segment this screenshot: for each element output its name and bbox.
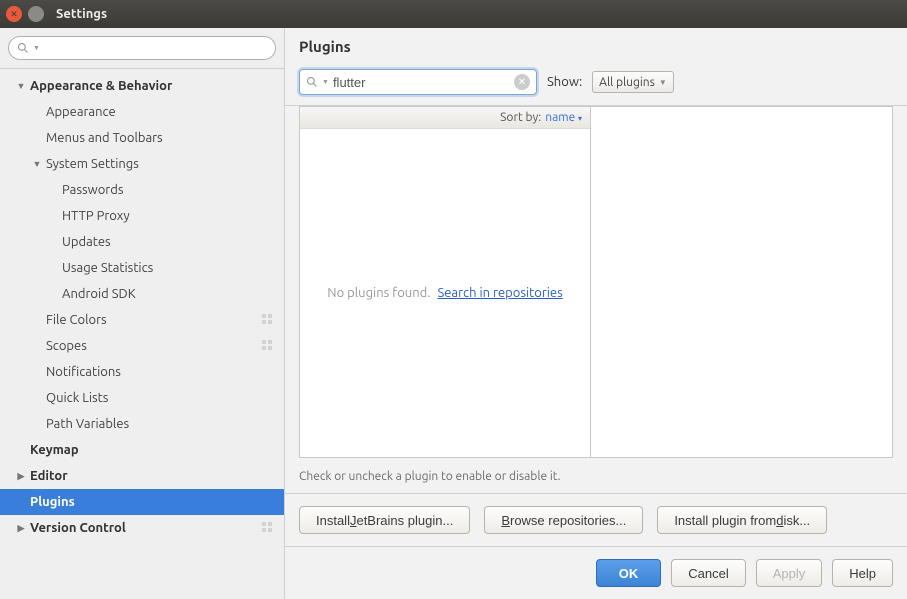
settings-tree[interactable]: ▼Appearance & Behavior Appearance Menus an… (0, 69, 284, 599)
tree-item-label: Menus and Toolbars (0, 131, 284, 145)
tree-item-plugins[interactable]: Plugins (0, 489, 284, 515)
sidebar-search-wrap: ▼ (0, 28, 284, 69)
search-dropdown-caret[interactable]: ▼ (322, 78, 329, 86)
project-level-icon (260, 312, 274, 326)
show-combo-value: All plugins (599, 76, 655, 89)
tree-item-appearance[interactable]: Appearance (0, 99, 284, 125)
tree-item-label: Quick Lists (0, 391, 284, 405)
chevron-down-icon: ▼ (659, 78, 667, 87)
tree-item-label: System Settings (0, 157, 284, 171)
plugin-search-box[interactable]: ▼ ✕ (299, 69, 537, 95)
tree-item-label: Appearance (0, 105, 284, 119)
tree-item-label: Notifications (0, 365, 284, 379)
tree-item-label: File Colors (0, 313, 284, 327)
project-level-icon (260, 338, 274, 352)
tree-item-label: Plugins (0, 495, 284, 509)
tree-item-android-sdk[interactable]: Android SDK (0, 281, 284, 307)
sort-bar: Sort by: name ▾ (300, 107, 590, 129)
install-jetbrains-button[interactable]: Install JetBrains plugin... (299, 506, 470, 534)
sort-by-link[interactable]: name ▾ (545, 111, 582, 124)
sidebar-search-box[interactable]: ▼ (8, 36, 276, 60)
content: ▼ ▼Appearance & BehaviorAppearanceMenus … (0, 28, 907, 599)
dialog-footer: OK Cancel Apply Help (285, 547, 907, 599)
tree-item-label: Keymap (0, 443, 284, 457)
no-plugins-text: No plugins found. (327, 286, 430, 300)
window-close-button[interactable]: ✕ (6, 6, 22, 22)
show-label: Show: (547, 75, 582, 89)
search-dropdown-caret[interactable]: ▼ (33, 44, 40, 52)
tree-item-version-control[interactable]: ▶Version Control (0, 515, 284, 541)
plugin-search-input[interactable] (333, 75, 510, 90)
sidebar: ▼ ▼Appearance & Behavior Appearance Menus … (0, 28, 285, 599)
browse-repositories-button[interactable]: Browse repositories... (484, 506, 643, 534)
tree-item-label: Version Control (0, 521, 284, 535)
tree-item-label: Scopes (0, 339, 284, 353)
tree-item-system-settings[interactable]: ▼System Settings (0, 151, 284, 177)
titlebar: ✕ Settings (0, 0, 907, 28)
tree-item-label: Passwords (0, 183, 284, 197)
tree-item-notifications[interactable]: Notifications (0, 359, 284, 385)
sort-label: Sort by: (500, 111, 541, 124)
search-icon (17, 42, 29, 54)
hint-text: Check or uncheck a plugin to enable or d… (285, 466, 907, 494)
tree-item-passwords[interactable]: Passwords (0, 177, 284, 203)
tree-item-label: Path Variables (0, 417, 284, 431)
cancel-button[interactable]: Cancel (671, 559, 745, 587)
tree-item-usage-statistics[interactable]: Usage Statistics (0, 255, 284, 281)
plugin-detail-pane (591, 106, 893, 458)
page-title: Plugins (285, 28, 907, 61)
search-icon (306, 76, 318, 88)
tree-item-keymap[interactable]: Keymap (0, 437, 284, 463)
tree-item-editor[interactable]: ▶Editor (0, 463, 284, 489)
empty-message: No plugins found. Search in repositories (300, 129, 590, 457)
tree-item-label: Appearance & Behavior (0, 79, 284, 93)
clear-search-button[interactable]: ✕ (514, 74, 530, 90)
apply-button[interactable]: Apply (756, 559, 823, 587)
tree-item-http-proxy[interactable]: HTTP Proxy (0, 203, 284, 229)
tree-item-scopes[interactable]: Scopes (0, 333, 284, 359)
tree-item-menus-and-toolbars[interactable]: Menus and Toolbars (0, 125, 284, 151)
sidebar-search-input[interactable] (44, 41, 267, 55)
install-from-disk-button[interactable]: Install plugin from disk... (657, 506, 827, 534)
tree-item-label: HTTP Proxy (0, 209, 284, 223)
tree-item-quick-lists[interactable]: Quick Lists (0, 385, 284, 411)
tree-item-file-colors[interactable]: File Colors (0, 307, 284, 333)
filter-row: ▼ ✕ Show: All plugins ▼ (285, 61, 907, 106)
window-minimize-button[interactable] (28, 6, 44, 22)
show-combo[interactable]: All plugins ▼ (592, 71, 674, 93)
plugin-area: Sort by: name ▾ No plugins found. Search… (285, 106, 907, 466)
tree-item-updates[interactable]: Updates (0, 229, 284, 255)
ok-button[interactable]: OK (596, 559, 662, 587)
tree-item-path-variables[interactable]: Path Variables (0, 411, 284, 437)
tree-item-label: Android SDK (0, 287, 284, 301)
project-level-icon (260, 520, 274, 534)
search-repositories-link[interactable]: Search in repositories (437, 286, 562, 300)
tree-item-label: Usage Statistics (0, 261, 284, 275)
plugin-list-pane: Sort by: name ▾ No plugins found. Search… (299, 106, 591, 458)
help-button[interactable]: Help (832, 559, 893, 587)
main-panel: Plugins ▼ ✕ Show: All plugins ▼ Sort by:… (285, 28, 907, 599)
plugin-actions: Install JetBrains plugin... Browse repos… (285, 494, 907, 547)
tree-item-appearance-behavior[interactable]: ▼Appearance & Behavior (0, 73, 284, 99)
window-title: Settings (56, 7, 107, 21)
tree-item-label: Updates (0, 235, 284, 249)
tree-item-label: Editor (0, 469, 284, 483)
